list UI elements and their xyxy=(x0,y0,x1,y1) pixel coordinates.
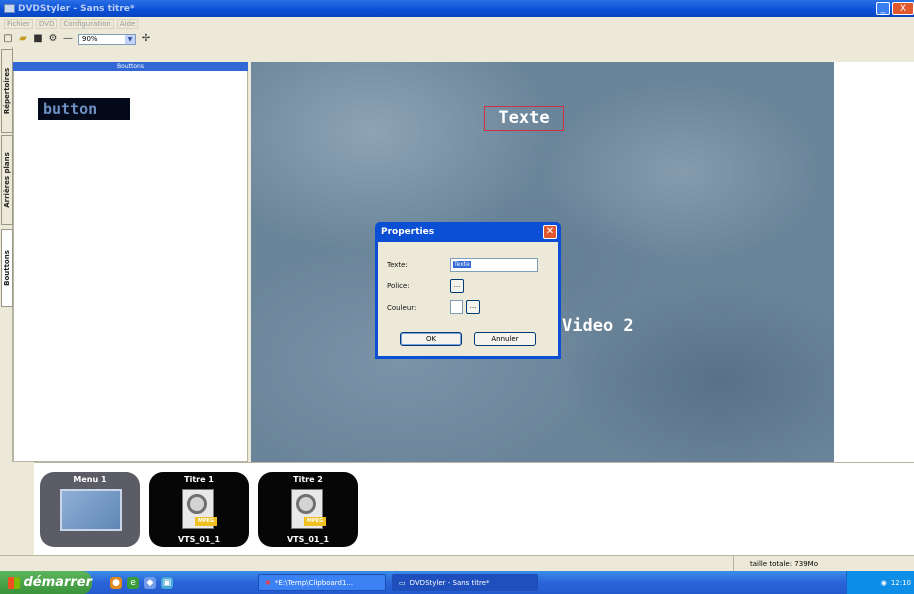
start-button[interactable]: démarrer xyxy=(0,571,92,594)
zoom-icon[interactable]: ✢ xyxy=(141,34,151,44)
police-label: Police: xyxy=(387,282,410,290)
tab-arrieres-plans[interactable]: Arrières plans xyxy=(1,135,13,225)
texte-object[interactable]: Texte xyxy=(484,106,564,131)
menu-aide[interactable]: Aide xyxy=(116,19,139,29)
start-label: démarrer xyxy=(23,575,93,590)
editor-icon: ✱ xyxy=(265,578,271,587)
system-tray: ◉ 12:10 xyxy=(846,571,914,594)
properties-dialog: Properties ✕ Texte: Texte Police: ... Co… xyxy=(375,222,561,359)
network-icon[interactable]: ◉ xyxy=(881,579,887,587)
tab-repertoires[interactable]: Répertoires xyxy=(1,49,13,133)
taskbar: démarrer ● e ◆ ▣ ✱ *E:\Temp\Clipboard1..… xyxy=(0,571,914,594)
window-title: DVDStyler - Sans titre* xyxy=(18,3,135,14)
firefox-icon[interactable]: ● xyxy=(110,576,122,589)
mpeg-tag: MPEG xyxy=(304,517,326,526)
windows-logo-icon xyxy=(8,576,20,589)
task-clipboard[interactable]: ✱ *E:\Temp\Clipboard1... xyxy=(258,574,386,591)
open-icon[interactable]: ▰ xyxy=(18,34,28,44)
dvdstyler-icon: ▭ xyxy=(399,578,406,587)
chevron-down-icon[interactable]: ▼ xyxy=(125,34,135,44)
tab-bouttons[interactable]: Bouttons xyxy=(1,229,13,307)
settings-icon[interactable]: ⚙ xyxy=(48,34,58,44)
buttons-panel xyxy=(13,62,248,462)
thumb-title: Menu 1 xyxy=(73,475,107,484)
task-dvdstyler-label: DVDStyler - Sans titre* xyxy=(409,578,490,587)
desktop-icon[interactable]: ▣ xyxy=(161,576,173,589)
toolbar: ▢ ▰ ■ ⚙ — 90% ▼ ✢ xyxy=(0,31,914,47)
tab-arrieres-plans-label: Arrières plans xyxy=(3,152,11,208)
texte-label: Texte: xyxy=(387,261,408,269)
dialog-title-bar[interactable]: Properties ✕ xyxy=(378,222,558,242)
new-icon[interactable]: ▢ xyxy=(3,34,13,44)
title-bar[interactable]: DVDStyler - Sans titre* _ X xyxy=(0,0,914,17)
texte-field-value: Texte xyxy=(453,261,471,268)
dialog-body: Texte: Texte Police: ... Couleur: ... OK… xyxy=(378,242,558,356)
couleur-button[interactable]: ... xyxy=(466,300,480,314)
tab-repertoires-label: Répertoires xyxy=(3,67,11,115)
zoom-value: 90% xyxy=(82,35,98,43)
thumb-title: Titre 1 xyxy=(184,475,214,484)
minimize-button[interactable]: _ xyxy=(876,2,890,15)
police-button[interactable]: ... xyxy=(450,279,464,293)
save-icon[interactable]: ■ xyxy=(33,34,43,44)
ok-button[interactable]: OK xyxy=(400,332,462,346)
status-bar: taille totale: 739Mo xyxy=(0,555,914,572)
button-preview[interactable]: button xyxy=(38,98,130,120)
video-file-icon: MPEG xyxy=(291,489,326,529)
texte-field[interactable]: Texte xyxy=(450,258,538,272)
canvas-margin xyxy=(834,62,914,462)
thumb-titre-2[interactable]: Titre 2 MPEG VTS_01_1 xyxy=(258,472,358,547)
thumb-titre-1[interactable]: Titre 1 MPEG VTS_01_1 xyxy=(149,472,249,547)
thumb-menu-1[interactable]: Menu 1 xyxy=(40,472,140,547)
menu-fichier[interactable]: Fichier xyxy=(4,19,33,29)
cancel-button[interactable]: Annuler xyxy=(474,332,536,346)
tab-bouttons-label: Bouttons xyxy=(3,250,11,286)
video2-object[interactable]: Video 2 xyxy=(562,316,634,336)
film-reel-icon xyxy=(296,494,316,514)
ie-icon[interactable]: e xyxy=(127,576,139,589)
menu-bar: Fichier DVD Configuration Aide xyxy=(0,17,914,31)
buttons-panel-header: Bouttons xyxy=(13,62,248,71)
couleur-label: Couleur: xyxy=(387,304,417,312)
media-icon[interactable]: ◆ xyxy=(144,576,156,589)
color-swatch[interactable] xyxy=(450,300,463,314)
titleset-strip: Menu 1 Titre 1 MPEG VTS_01_1 Titre 2 MPE… xyxy=(34,462,914,555)
close-icon[interactable]: ✕ xyxy=(543,225,557,239)
quick-launch: ● e ◆ ▣ xyxy=(110,576,173,589)
thumb-subtitle: VTS_01_1 xyxy=(177,535,221,544)
total-size: taille totale: 739Mo xyxy=(733,556,863,572)
dvdstyler-window: DVDStyler - Sans titre* _ X Fichier DVD … xyxy=(0,0,914,594)
zoom-select[interactable]: 90% ▼ xyxy=(78,33,136,45)
thumb-subtitle: VTS_01_1 xyxy=(286,535,330,544)
thumb-title: Titre 2 xyxy=(293,475,323,484)
video-file-icon: MPEG xyxy=(182,489,217,529)
dialog-title: Properties xyxy=(381,227,435,237)
separator-icon: — xyxy=(63,33,73,44)
mpeg-tag: MPEG xyxy=(195,517,217,526)
side-tabs: Répertoires Arrières plans Bouttons xyxy=(0,47,13,462)
app-icon xyxy=(4,4,15,13)
menu-dvd[interactable]: DVD xyxy=(35,19,58,29)
task-dvdstyler[interactable]: ▭ DVDStyler - Sans titre* xyxy=(392,574,538,591)
clock: 12:10 xyxy=(890,578,911,587)
task-clipboard-label: *E:\Temp\Clipboard1... xyxy=(274,578,354,587)
close-button[interactable]: X xyxy=(892,2,914,15)
menu-preview-image xyxy=(60,489,122,531)
menu-configuration[interactable]: Configuration xyxy=(60,19,114,29)
film-reel-icon xyxy=(187,494,207,514)
